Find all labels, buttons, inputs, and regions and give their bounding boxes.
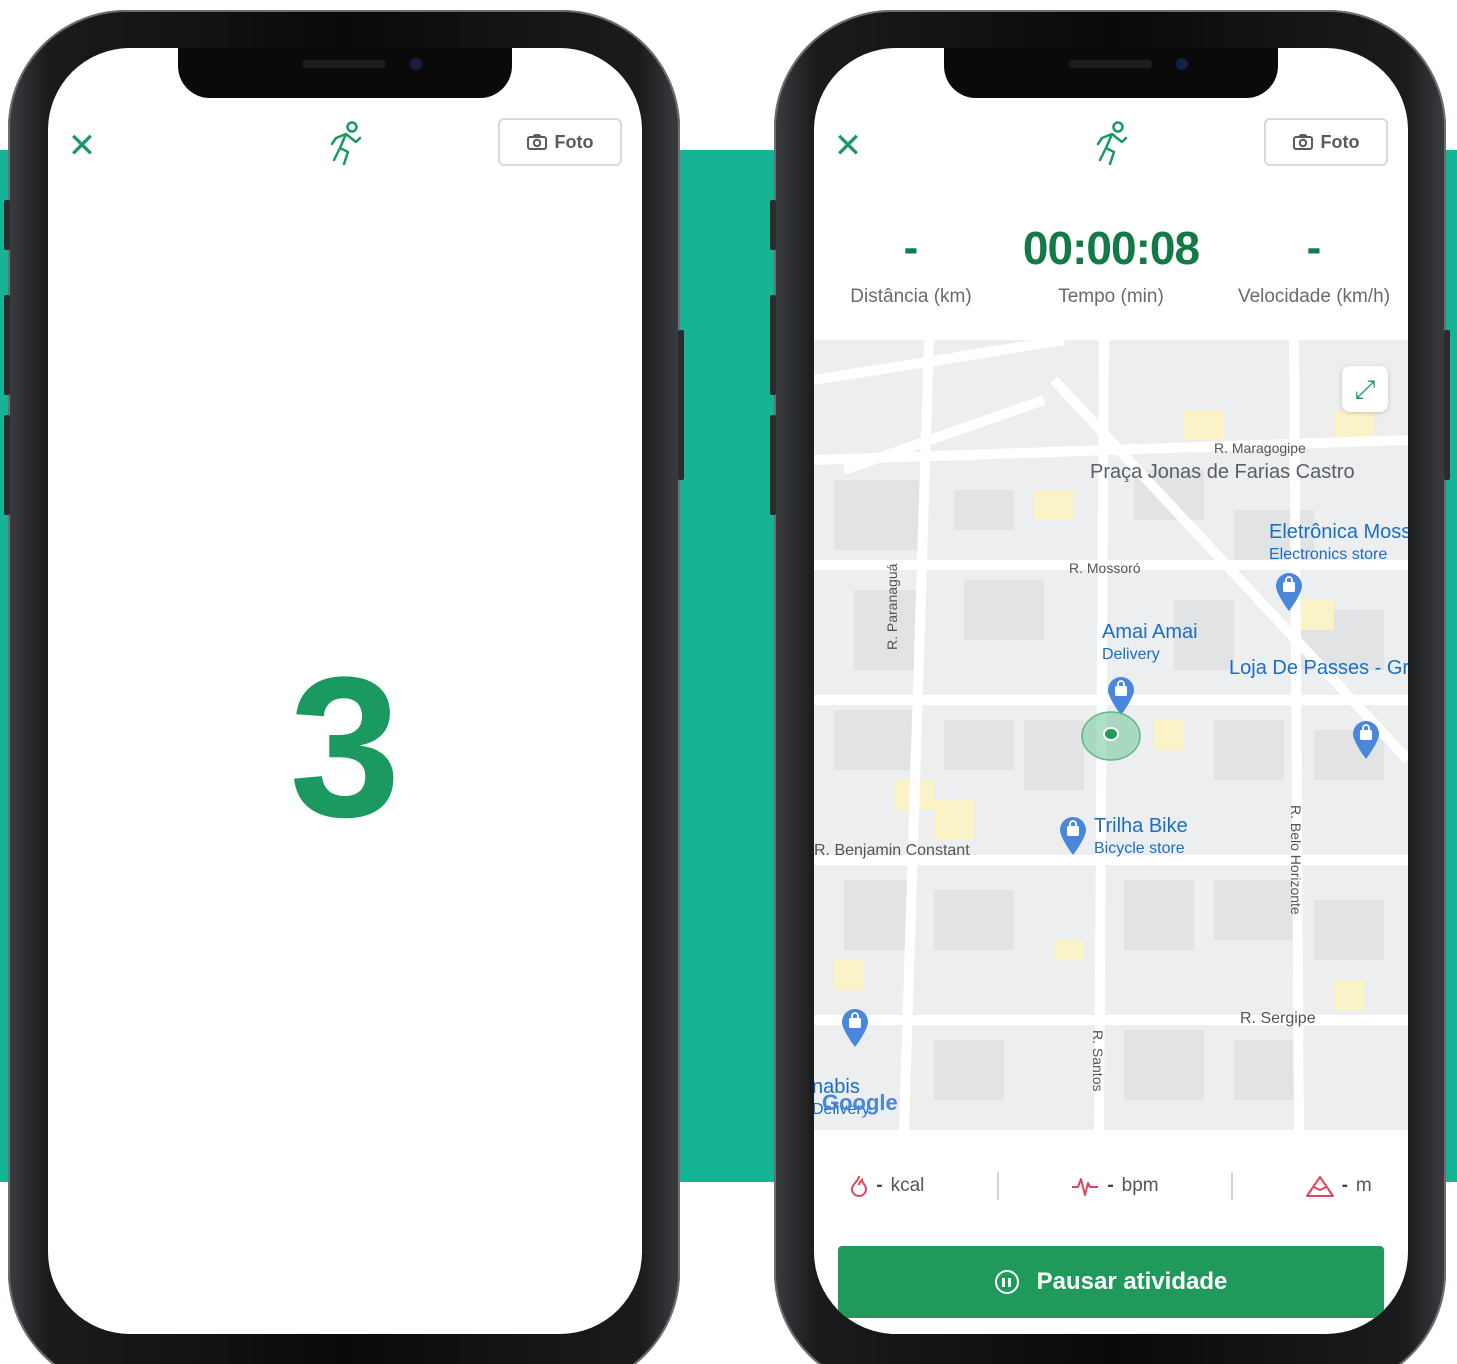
runner-icon (330, 121, 362, 166)
power-button (1444, 330, 1450, 480)
calories-unit: kcal (890, 1175, 925, 1196)
poi-trilha[interactable]: Trilha Bike Bicycle store (1094, 814, 1188, 859)
activity-stats: - Distância (km) 00:00:08 Tempo (min) - … (814, 218, 1408, 328)
countdown-screen: ✕ Foto 3 (48, 48, 642, 1334)
poi-amai[interactable]: Amai Amai Delivery (1102, 620, 1198, 665)
photo-button[interactable]: Foto (1264, 118, 1388, 166)
volume-up-button (770, 295, 776, 395)
volume-down-button (4, 415, 10, 515)
heart-rate-metric: - bpm (1071, 1175, 1159, 1197)
power-button (678, 330, 684, 480)
photo-button[interactable]: Foto (498, 118, 622, 166)
elevation-unit: m (1355, 1175, 1372, 1196)
shop-pin-icon[interactable] (1274, 572, 1304, 612)
shop-pin-icon[interactable] (1351, 720, 1381, 760)
map-view[interactable]: ⤢ R. Maragogipe R. Mossoró R. Paranaguá … (814, 340, 1408, 1130)
flame-icon (851, 1175, 868, 1197)
activity-screen: ✕ Foto - Distância (km) 00:00:08 Tempo (… (814, 48, 1408, 1334)
speed-stat: - Velocidade (km/h) (1234, 218, 1394, 308)
shop-pin-icon[interactable] (840, 1008, 870, 1048)
runner-icon (1096, 121, 1128, 166)
poi-loja[interactable]: Loja De Passes - Grande Londrina (1229, 656, 1408, 681)
street-label: R. Paranaguá (884, 563, 900, 650)
street-label: R. Benjamin Constant (814, 842, 970, 859)
poi-electronics[interactable]: Eletrônica Moss Electronics store (1269, 520, 1408, 565)
photo-button-label: Foto (554, 131, 594, 152)
camera-icon (526, 134, 547, 150)
elevation-value: - (1341, 1175, 1348, 1196)
heart-rate-unit: bpm (1121, 1175, 1159, 1196)
poi-square[interactable]: Praça Jonas de Farias Castro (1090, 460, 1355, 485)
speed-value: - (1306, 223, 1322, 272)
current-location-marker (1081, 711, 1141, 761)
top-bar: ✕ Foto (814, 118, 1408, 178)
volume-up-button (4, 295, 10, 395)
distance-stat: - Distância (km) (844, 218, 978, 308)
elevation-metric: - m (1305, 1175, 1372, 1197)
mute-switch (4, 200, 10, 250)
heart-rate-value: - (1107, 1175, 1114, 1196)
calories-value: - (876, 1175, 883, 1196)
top-bar: ✕ Foto (48, 118, 642, 178)
camera-icon (1292, 134, 1313, 150)
time-label: Tempo (min) (1058, 286, 1164, 307)
phone-left: ✕ Foto 3 (4, 10, 684, 1364)
street-label: R. Santos (1090, 1030, 1106, 1092)
divider (996, 1172, 999, 1200)
street-label: R. Mossoró (1069, 560, 1141, 576)
street-label: R. Maragogipe (1214, 440, 1306, 456)
calories-metric: - kcal (850, 1175, 924, 1197)
notch (944, 48, 1278, 98)
pause-button-label: Pausar atividade (1036, 1268, 1228, 1295)
divider (1231, 1172, 1234, 1200)
speed-label: Velocidade (km/h) (1237, 286, 1391, 307)
mute-switch (770, 200, 776, 250)
shop-pin-icon[interactable] (1058, 816, 1088, 856)
volume-down-button (770, 415, 776, 515)
close-icon[interactable]: ✕ (66, 129, 98, 163)
countdown-number: 3 (289, 636, 401, 859)
time-stat: 00:00:08 Tempo (min) (1006, 218, 1216, 308)
google-attribution: Google (822, 1090, 898, 1115)
close-icon[interactable]: ✕ (832, 129, 864, 163)
street-label: R. Belo Horizonte (1288, 805, 1304, 915)
street-label: R. Sergipe (1240, 1010, 1316, 1027)
time-value: 00:00:08 (1022, 222, 1200, 274)
health-metrics: - kcal - bpm - m (814, 1166, 1408, 1206)
distance-label: Distância (km) (850, 286, 972, 307)
heartbeat-icon (1072, 1178, 1099, 1196)
expand-map-button[interactable]: ⤢ (1342, 366, 1388, 412)
mountain-icon (1305, 1176, 1334, 1197)
photo-button-label: Foto (1320, 131, 1360, 152)
distance-value: - (903, 223, 919, 272)
notch (178, 48, 512, 98)
pause-activity-button[interactable]: Pausar atividade (838, 1246, 1384, 1318)
phone-right: ✕ Foto - Distância (km) 00:00:08 Tempo (… (770, 10, 1450, 1364)
pause-icon (994, 1270, 1019, 1294)
